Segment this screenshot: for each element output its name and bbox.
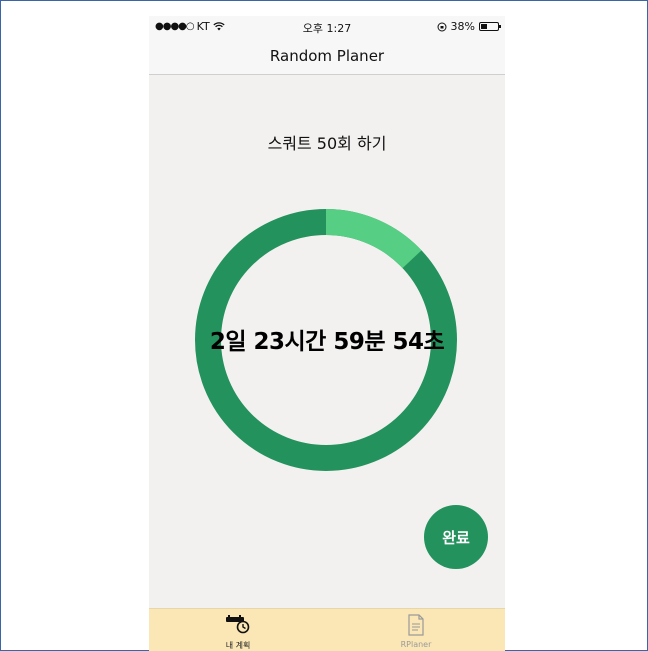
status-right: 38% [437,20,501,33]
battery-level [481,24,487,29]
orientation-lock-icon [437,22,447,31]
tab-rplaner[interactable]: RPlaner [327,609,505,651]
nav-bar: Random Planer [149,38,505,75]
battery-percent: 38% [450,20,475,33]
phone-screen: ●●●●○ KT 오후 1:27 38% Random Planer 스쿼트 5… [149,16,505,651]
battery-icon [479,22,501,31]
tab-bar: 내 계획 RPlaner [149,608,505,651]
status-bar: ●●●●○ KT 오후 1:27 38% [149,16,505,38]
calendar-clock-icon [226,615,250,634]
countdown-timer: 2일 23시간 59분 54초 [209,329,445,355]
tab-rplaner-icon-wrap [327,614,505,638]
progress-ring-fill [325,209,422,269]
task-title: 스쿼트 50회 하기 [267,134,387,153]
complete-button[interactable]: 완료 [424,505,488,569]
tab-my-plans[interactable]: 내 계획 [149,609,327,651]
tab-my-plans-label: 내 계획 [225,641,251,650]
tab-rplaner-label: RPlaner [400,640,432,649]
page-title: Random Planer [269,47,385,65]
document-icon [408,614,424,636]
tab-my-plans-icon-wrap [149,614,327,638]
